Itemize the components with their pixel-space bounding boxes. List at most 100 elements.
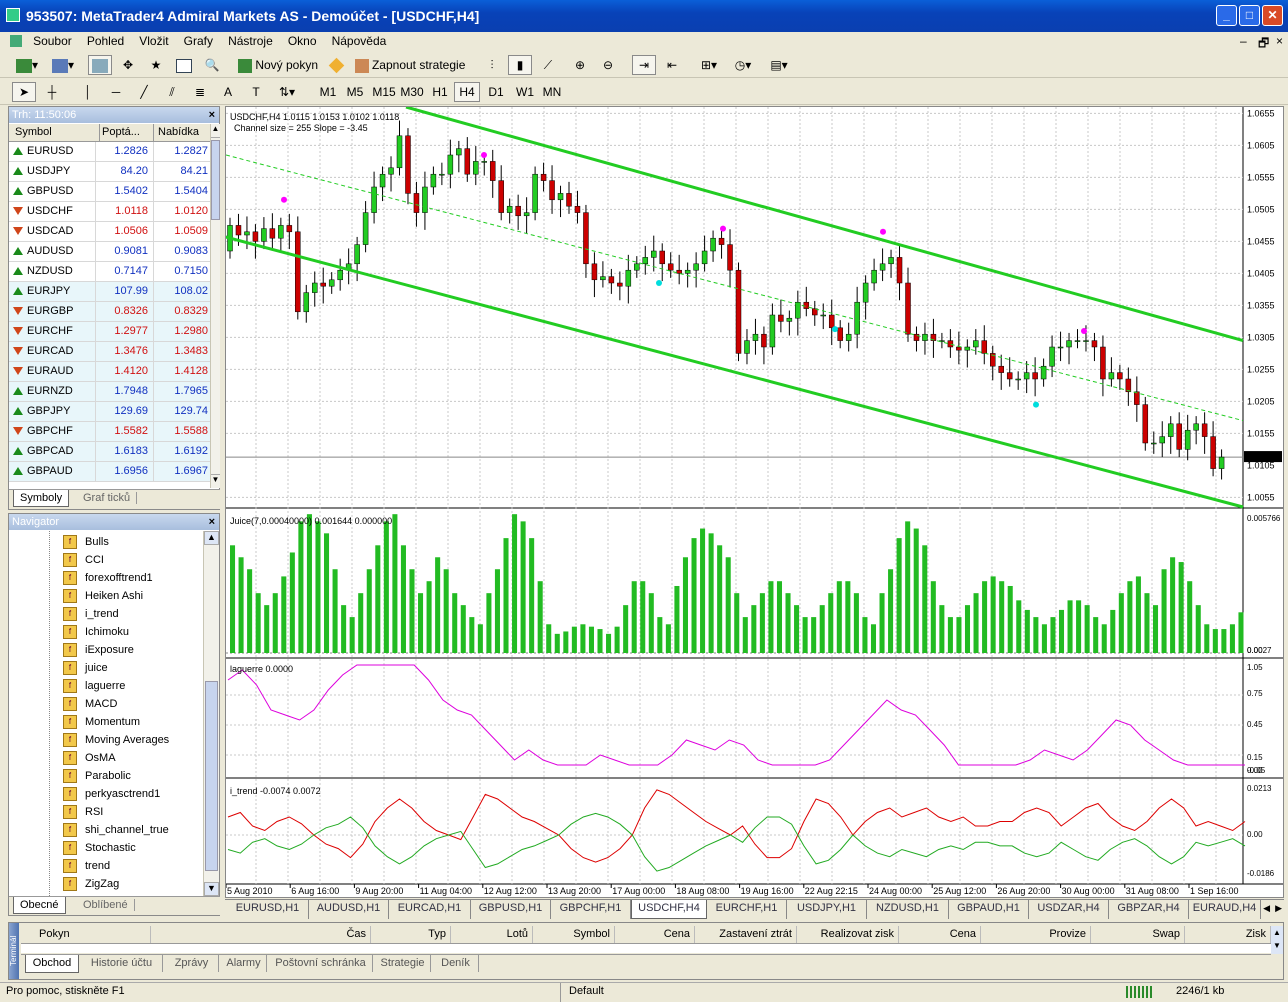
market-watch-row[interactable]: EURCHF 1.2977 1.2980 [9,322,210,342]
tf-w1[interactable]: W1 [512,82,538,102]
terminal-icon[interactable] [172,55,196,75]
tf-m5[interactable]: M5 [342,82,368,102]
terminal-col-header[interactable]: Cena [617,926,695,943]
tf-h1[interactable]: H1 [428,82,452,102]
tab-scroll-right-icon[interactable]: ▶ [1275,903,1282,914]
col-ask[interactable]: Nabídka [153,124,207,141]
terminal-col-header[interactable]: Lotů [453,926,533,943]
col-bid[interactable]: Poptá... [99,124,151,141]
tab-symboly[interactable]: Symboly [13,490,70,507]
tf-d1[interactable]: D1 [484,82,508,102]
terminal-tab[interactable]: Alarmy [221,955,267,972]
menu-nastroje[interactable]: Nástroje [222,32,279,50]
cursor-icon[interactable]: ➤ [12,82,36,102]
trendline-icon[interactable]: ╱ [132,82,156,102]
market-watch-scrollbar[interactable]: ▲ ▼ [210,124,220,488]
minimize-button[interactable]: _ [1216,5,1237,26]
market-watch-row[interactable]: AUDUSD 0.9081 0.9083 [9,242,210,262]
chart-tab[interactable]: GBPZAR,H4 [1109,900,1189,919]
data-window-icon[interactable]: ✥ [116,55,140,75]
chart-tab[interactable]: AUDUSD,H1 [309,900,389,919]
chart-tab[interactable]: EURCHF,H1 [707,900,787,919]
tf-m30[interactable]: M30 [398,82,426,102]
fibonacci-icon[interactable]: ≣ [188,82,212,102]
market-watch-row[interactable]: EURJPY 107.99 108.02 [9,282,210,302]
terminal-col-header[interactable]: Pokyn [31,926,151,943]
menu-soubor[interactable]: Soubor [27,32,78,50]
terminal-scrollbar[interactable]: ▲ ▼ [1271,926,1283,954]
experts-toggle-button[interactable]: Zapnout strategie [352,55,468,75]
horizontal-line-icon[interactable]: ─ [104,82,128,102]
terminal-tab[interactable]: Poštovní schránka [269,955,373,972]
chart-tab[interactable]: USDJPY,H1 [787,900,867,919]
bar-chart-icon[interactable]: ⫶ [480,55,504,75]
tab-scroll-left-icon[interactable]: ◀ [1263,903,1270,914]
tf-mn[interactable]: MN [540,82,564,102]
navigator-icon[interactable]: ★ [144,55,168,75]
menu-okno[interactable]: Okno [282,32,323,50]
terminal-col-header[interactable]: Čas [151,926,371,943]
market-watch-row[interactable]: EURNZD 1.7948 1.7965 [9,382,210,402]
new-chart-icon[interactable]: ▾ [12,55,42,75]
close-icon[interactable]: × [209,514,215,530]
market-watch-row[interactable]: USDCHF 1.0118 1.0120 [9,202,210,222]
tf-h4[interactable]: H4 [454,82,480,102]
terminal-tab[interactable]: Historie účtu [81,955,163,972]
tester-icon[interactable]: 🔍 [200,55,224,75]
terminal-col-header[interactable]: Typ [371,926,451,943]
navigator-scrollbar[interactable]: ▲ ▼ [203,531,219,896]
market-watch-row[interactable]: EURGBP 0.8326 0.8329 [9,302,210,322]
child-minimize-button[interactable]: – [1234,32,1253,50]
terminal-col-header[interactable]: Zisk [1187,926,1271,943]
col-symbol[interactable]: Symbol [15,124,52,141]
text-label-icon[interactable]: T [244,82,268,102]
menu-grafy[interactable]: Grafy [178,32,219,50]
candlestick-icon[interactable]: ▮ [508,55,532,75]
close-button[interactable]: ✕ [1262,5,1283,26]
vertical-line-icon[interactable]: │ [76,82,100,102]
market-watch-row[interactable]: GBPCHF 1.5582 1.5588 [9,422,210,442]
chart-canvas[interactable]: USDCHF,H4 1.0115 1.0153 1.0102 1.0118 Ch… [226,107,1283,897]
tf-m15[interactable]: M15 [370,82,398,102]
terminal-tab[interactable]: Zprávy [165,955,219,972]
terminal-col-header[interactable]: Swap [1093,926,1185,943]
market-watch-toggle-icon[interactable] [88,55,112,75]
market-watch-row[interactable]: EURCAD 1.3476 1.3483 [9,342,210,362]
market-watch-row[interactable]: USDJPY 84.20 84.21 [9,162,210,182]
zoom-in-icon[interactable]: ⊕ [568,55,592,75]
text-icon[interactable]: A [216,82,240,102]
chart-tab[interactable]: GBPCHF,H1 [551,900,631,919]
terminal-col-header[interactable]: Cena [901,926,981,943]
market-watch-row[interactable]: USDCAD 1.0506 1.0509 [9,222,210,242]
chart-tab[interactable]: USDCHF,H4 [631,900,707,919]
autoscroll-icon[interactable]: ⇥ [632,55,656,75]
indicators-icon[interactable]: ⊞▾ [694,55,724,75]
terminal-tab[interactable]: Strategie [375,955,431,972]
terminal-tab[interactable]: Deník [433,955,479,972]
tab-oblibene[interactable]: Oblíbené [77,899,135,911]
chart-tab[interactable]: EURCAD,H1 [389,900,471,919]
child-close-button[interactable]: × [1270,32,1288,50]
chart-window[interactable]: USDCHF,H4 1.0115 1.0153 1.0102 1.0118 Ch… [225,106,1284,898]
terminal-col-header[interactable]: Symbol [535,926,615,943]
market-watch-row[interactable]: GBPJPY 129.69 129.74 [9,402,210,422]
new-order-button[interactable]: Nový pokyn [234,55,322,75]
templates-icon[interactable]: ▤▾ [764,55,794,75]
tab-graf-ticku[interactable]: Graf ticků [77,492,138,504]
chart-tab[interactable]: GBPUSD,H1 [471,900,551,919]
periods-icon[interactable]: ◷▾ [728,55,758,75]
menu-napoveda[interactable]: Nápověda [326,32,393,50]
chart-tab[interactable]: EURAUD,H4 [1189,900,1261,919]
metaeditor-icon[interactable] [324,55,348,75]
market-watch-row[interactable]: GBPUSD 1.5402 1.5404 [9,182,210,202]
arrows-icon[interactable]: ⇅▾ [272,82,302,102]
menu-pohled[interactable]: Pohled [81,32,130,50]
terminal-tab[interactable]: Obchod [25,955,79,973]
close-icon[interactable]: × [209,107,215,123]
market-watch-row[interactable]: EURAUD 1.4120 1.4128 [9,362,210,382]
chart-tab[interactable]: GBPAUD,H1 [949,900,1029,919]
terminal-col-header[interactable]: Zastavení ztrát [697,926,797,943]
terminal-col-header[interactable]: Realizovat zisk [799,926,899,943]
tf-m1[interactable]: M1 [316,82,340,102]
menu-vlozit[interactable]: Vložit [133,32,174,50]
